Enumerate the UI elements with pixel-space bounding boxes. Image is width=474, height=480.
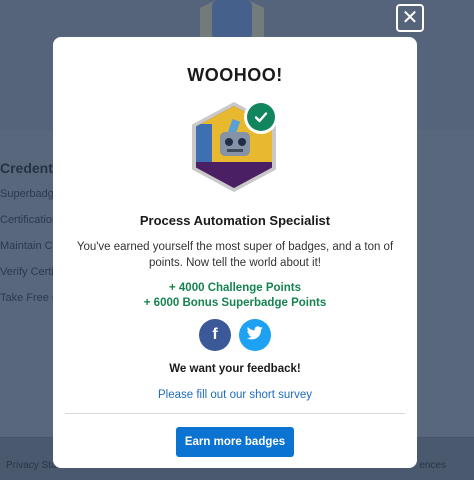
background-sidebar-link: Maintain C — [0, 240, 53, 252]
survey-link[interactable]: Please fill out our short survey — [53, 389, 417, 401]
superbadge-image — [192, 100, 282, 194]
background-sidebar-heading: Credentia — [0, 160, 65, 176]
twitter-icon — [246, 325, 263, 345]
close-icon: ✕ — [401, 7, 419, 29]
background-sidebar: Credentia Superbadge Certification Maint… — [0, 160, 65, 318]
background-footer-left: Privacy Stat — [6, 460, 60, 471]
modal-title: WOOHOO! — [187, 65, 283, 85]
badge-earned-modal: WOOHOO! Process Automation Specialist Yo… — [53, 37, 417, 468]
facebook-share-button[interactable]: f — [199, 319, 231, 351]
close-button[interactable]: ✕ — [396, 4, 424, 32]
background-sidebar-link: Take Free C — [0, 292, 60, 304]
facebook-icon: f — [212, 326, 218, 343]
background-sidebar-link: Verify Certi — [0, 266, 54, 278]
earned-description: You've earned yourself the most super of… — [76, 241, 394, 269]
background-sidebar-link: Certification — [0, 214, 59, 226]
badge-name: Process Automation Specialist — [139, 213, 331, 228]
robot-icon — [220, 132, 250, 156]
points-summary: + 4000 Challenge Points + 6000 Bonus Sup… — [53, 281, 417, 311]
feedback-heading: We want your feedback! — [169, 363, 301, 375]
background-footer-right: ences — [419, 460, 446, 471]
background-sidebar-link: Superbadge — [0, 188, 60, 200]
bonus-points: + 6000 Bonus Superbadge Points — [143, 297, 327, 309]
divider — [65, 413, 405, 414]
earn-more-badges-button[interactable]: Earn more badges — [176, 427, 294, 457]
checkmark-badge — [244, 100, 278, 134]
twitter-share-button[interactable] — [239, 319, 271, 351]
checkmark-icon — [247, 103, 275, 131]
challenge-points: + 4000 Challenge Points — [169, 282, 301, 294]
social-share: f — [199, 319, 275, 351]
